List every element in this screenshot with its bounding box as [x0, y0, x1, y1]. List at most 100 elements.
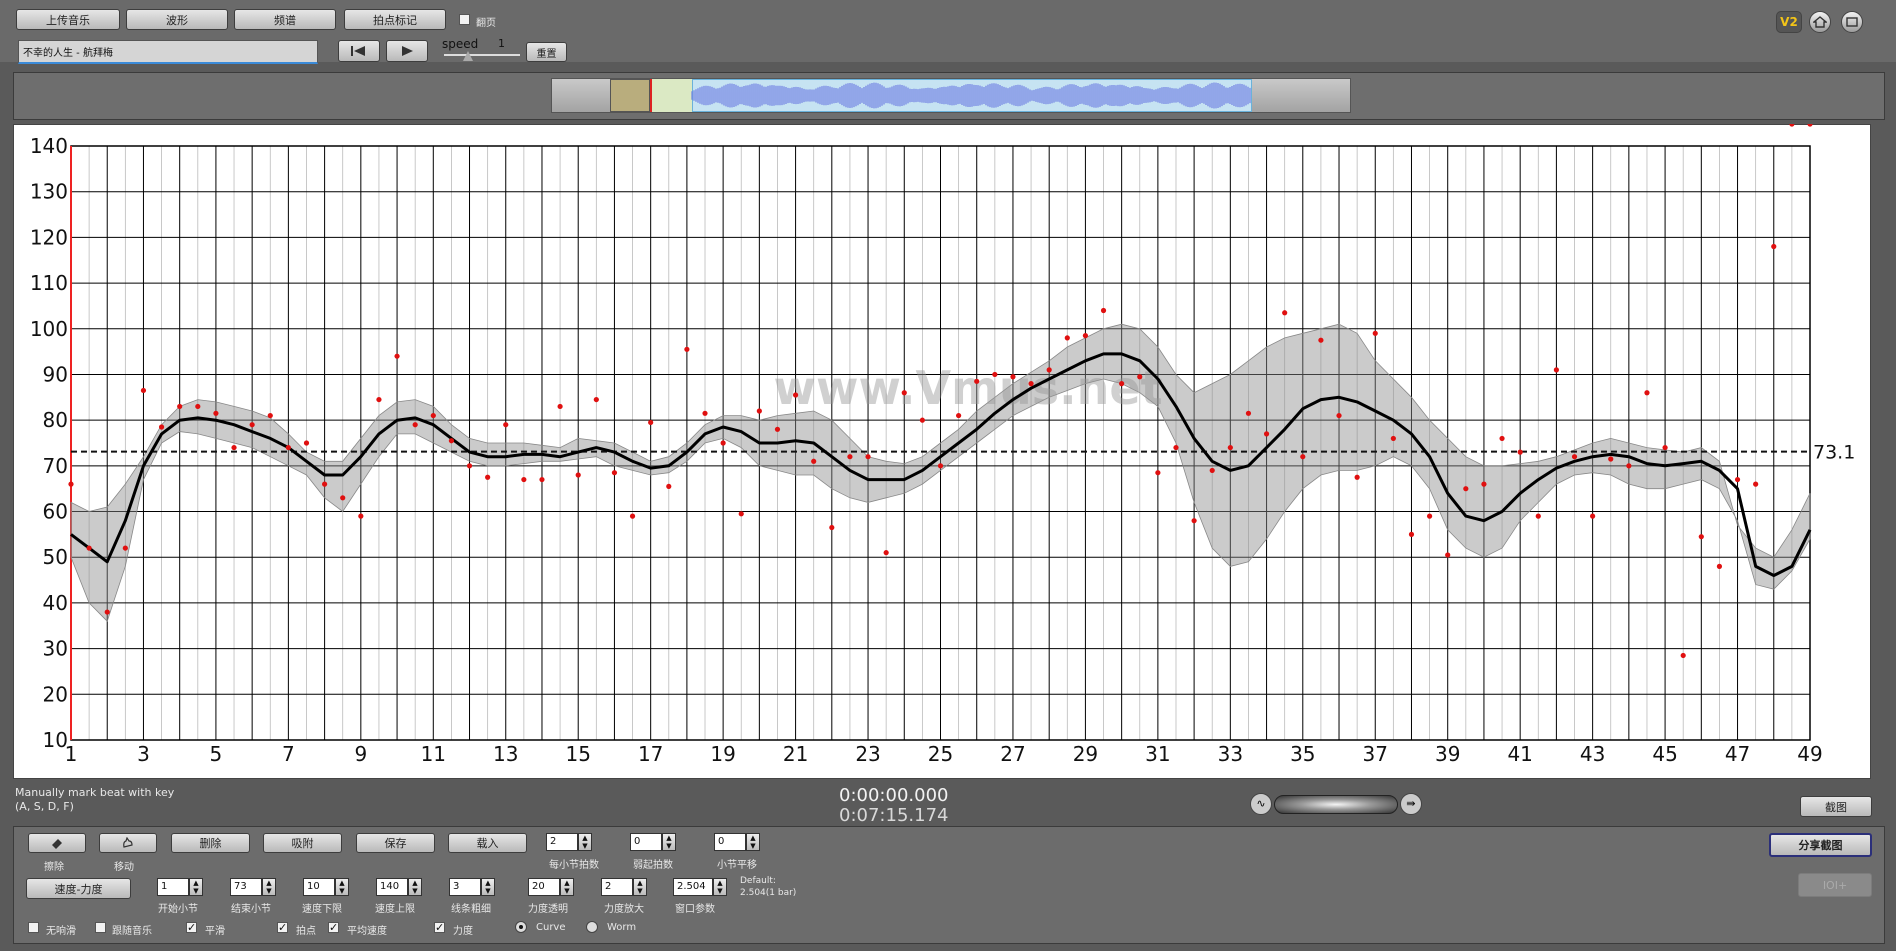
intro-beats-input[interactable]: 0 — [630, 833, 662, 851]
beat-point — [213, 410, 219, 416]
load-button[interactable]: 载入 — [448, 833, 527, 853]
beat-point — [811, 458, 817, 464]
beat-point — [1173, 444, 1179, 451]
move-button[interactable] — [99, 833, 157, 853]
speed-label: speed — [442, 37, 479, 51]
beats-per-bar-input[interactable]: 2 — [546, 833, 578, 851]
line-width-spinner[interactable]: ▲ ▼ — [481, 878, 495, 896]
smooth-checkbox[interactable]: ✓ — [186, 922, 197, 933]
x-tick-label: 37 — [1363, 742, 1388, 766]
end-bar-spinner[interactable]: ▲ ▼ — [262, 878, 276, 896]
tempo-chart[interactable]: www.Vmus.net73.11 3 5 7 9 11 13 15 17 19 21 23 25 27 2… — [13, 124, 1871, 779]
beat-point — [158, 424, 165, 430]
speed-min-input[interactable]: 10 — [303, 878, 335, 896]
version-badge[interactable]: V2 — [1776, 11, 1802, 33]
play-button[interactable] — [386, 40, 428, 62]
beat-point — [1662, 444, 1668, 451]
beat-point — [1807, 124, 1813, 127]
window-param-input[interactable]: 2.504 — [673, 878, 713, 896]
x-tick-label: 17 — [638, 742, 663, 766]
home-icon[interactable] — [1809, 11, 1831, 33]
bar-offset-spinner[interactable]: ▲ ▼ — [746, 833, 760, 851]
start-bar-label: 开始小节 — [158, 904, 198, 915]
beat-point — [720, 440, 726, 446]
spectrum-button[interactable]: 频谱 — [234, 9, 336, 30]
volume-control[interactable]: ∿ ⇛ — [1250, 793, 1422, 816]
mute-icon[interactable]: ∿ — [1250, 793, 1272, 815]
force-transparency-spinner[interactable]: ▲ ▼ — [560, 878, 574, 896]
intro-beats-spinner[interactable]: ▲ ▼ — [662, 833, 676, 851]
x-tick-label: 11 — [421, 742, 446, 766]
beat-point — [1191, 518, 1197, 524]
volume-max-icon[interactable]: ⇛ — [1400, 793, 1422, 815]
screenshot-button[interactable]: 截图 — [1800, 796, 1872, 817]
waveform-overview[interactable] — [551, 78, 1351, 113]
speed-slider-track[interactable] — [444, 54, 520, 56]
force-transparency-input[interactable]: 20 — [528, 878, 560, 896]
mode-speed-force-button[interactable]: 速度-力度 — [26, 878, 131, 899]
beat-point — [883, 550, 889, 556]
skip-to-start-button[interactable] — [338, 40, 380, 62]
volume-slider[interactable] — [1274, 795, 1398, 814]
snap-button[interactable]: 吸附 — [263, 833, 342, 853]
beat-point — [684, 346, 690, 352]
beat-point — [575, 472, 581, 478]
worm-radio[interactable] — [586, 921, 598, 933]
beat-point — [1263, 431, 1270, 437]
reset-button[interactable]: 重置 — [526, 42, 567, 62]
window-param-spinner[interactable]: ▲ ▼ — [713, 878, 727, 896]
beat-point — [738, 511, 744, 517]
beat-point — [340, 495, 346, 501]
beat-mark-button[interactable]: 拍点标记 — [344, 9, 446, 30]
bar-offset-input[interactable]: 0 — [714, 833, 746, 851]
speed-max-spinner[interactable]: ▲ ▼ — [408, 878, 422, 896]
end-bar-input[interactable]: 73 — [230, 878, 262, 896]
flip-page-checkbox[interactable] — [459, 14, 470, 25]
speed-slider-thumb[interactable] — [463, 51, 473, 61]
eraser-icon — [52, 839, 62, 849]
line-width-input[interactable]: 3 — [449, 878, 481, 896]
beat-point — [249, 422, 255, 428]
start-bar-spinner[interactable]: ▲ ▼ — [189, 878, 203, 896]
smooth-label: 平滑 — [205, 926, 225, 937]
manual-mark-keys: (A, S, D, F) — [15, 800, 74, 813]
curve-radio[interactable] — [515, 921, 527, 933]
metronome-checkbox[interactable] — [28, 922, 39, 933]
x-tick-label: 27 — [1000, 742, 1025, 766]
speed-value: 1 — [498, 37, 505, 50]
beat-point — [774, 426, 781, 432]
beat-point — [394, 353, 400, 359]
ioi-button[interactable]: IOI+ — [1798, 873, 1872, 897]
beat-point — [1028, 381, 1034, 387]
start-bar-input[interactable]: 1 — [157, 878, 189, 896]
follow-music-checkbox[interactable] — [95, 922, 106, 933]
beat-point — [68, 481, 74, 487]
x-tick-label: 19 — [710, 742, 735, 766]
beat-point — [303, 440, 310, 446]
beat-point — [702, 410, 708, 416]
upload-music-button[interactable]: 上传音乐 — [16, 9, 120, 30]
waveform-button[interactable]: 波形 — [126, 9, 228, 30]
fullscreen-icon[interactable] — [1841, 11, 1863, 33]
force-scale-spinner[interactable]: ▲ ▼ — [633, 878, 647, 896]
beat-point — [177, 403, 183, 410]
beats-per-bar-spinner[interactable]: ▲ ▼ — [578, 833, 592, 851]
delete-button[interactable]: 删除 — [171, 833, 250, 853]
window-param-label: 窗口参数 — [675, 904, 715, 915]
share-screenshot-button[interactable]: 分享截图 — [1769, 833, 1872, 857]
beat-points-checkbox[interactable]: ✓ — [277, 922, 288, 933]
erase-button[interactable] — [28, 833, 86, 853]
speed-min-spinner[interactable]: ▲ ▼ — [335, 878, 349, 896]
beat-point — [792, 392, 799, 398]
force-scale-input[interactable]: 2 — [601, 878, 633, 896]
save-button[interactable]: 保存 — [356, 833, 435, 853]
force-checkbox[interactable]: ✓ — [434, 922, 445, 933]
y-tick-label: 60 — [43, 500, 68, 524]
playhead-marker[interactable] — [650, 79, 652, 112]
x-tick-label: 47 — [1725, 742, 1750, 766]
song-title-field[interactable]: 不幸的人生 - 航拜梅 — [18, 40, 318, 64]
avg-speed-checkbox[interactable]: ✓ — [328, 922, 339, 933]
speed-max-input[interactable]: 140 — [376, 878, 408, 896]
erase-label: 擦除 — [44, 862, 64, 873]
x-tick-label: 49 — [1797, 742, 1822, 766]
